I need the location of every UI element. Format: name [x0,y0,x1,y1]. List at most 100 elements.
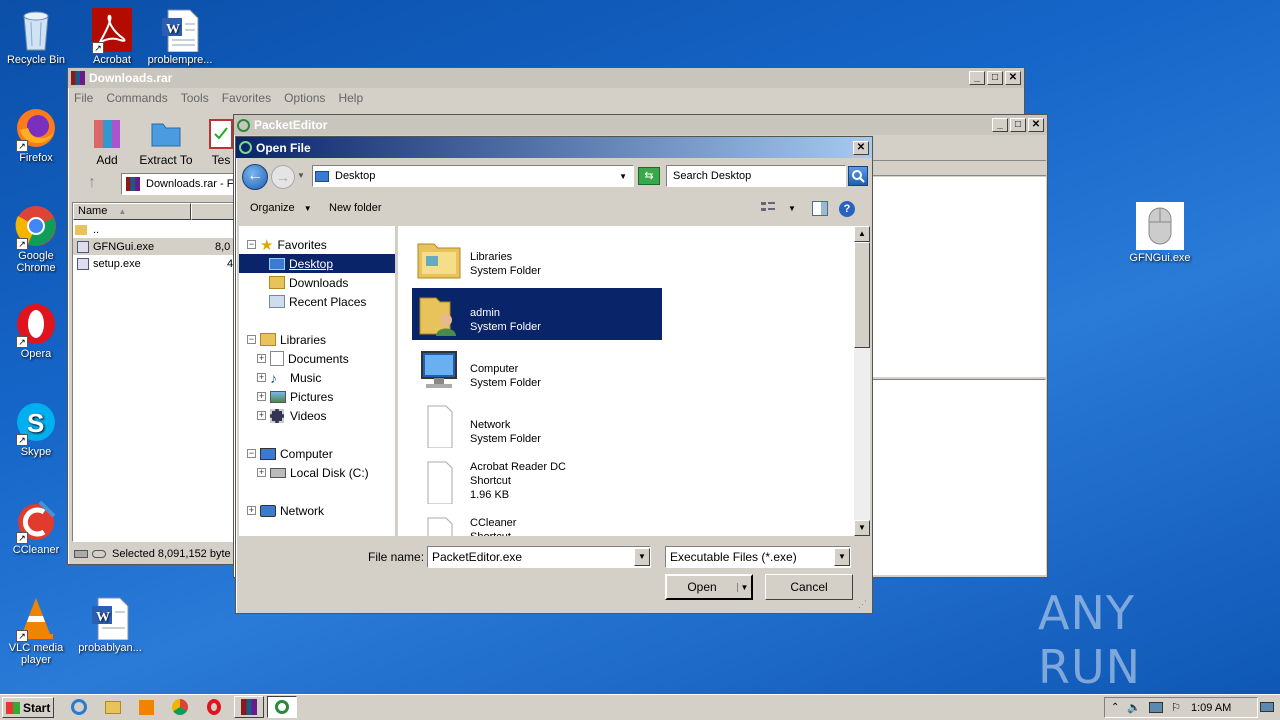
maximize-button[interactable]: □ [987,71,1003,85]
extract-to-button[interactable]: Extract To [138,116,194,167]
taskbar-winrar-button[interactable] [234,696,264,718]
menu-favorites[interactable]: Favorites [222,91,271,105]
up-folder-button[interactable]: ↑ [78,174,106,196]
maximize-button[interactable]: □ [1010,118,1026,132]
winrar-path-field[interactable]: Downloads.rar - F [121,173,239,195]
refresh-button[interactable]: ⇆ [638,167,660,185]
file-row-parent[interactable]: .. [75,221,235,238]
winrar-titlebar[interactable]: Downloads.rar _ □ ✕ [68,68,1024,88]
desktop-icon-skype[interactable]: S ↗ Skype [0,400,72,458]
filetype-select[interactable]: Executable Files (*.exe) ▼ [665,546,851,568]
menu-tools[interactable]: Tools [181,91,209,105]
open-file-titlebar[interactable]: Open File ✕ [236,137,872,158]
tree-computer[interactable]: − Computer [247,444,333,463]
desktop-icon-ccleaner[interactable]: ↗ CCleaner [0,498,72,556]
taskbar-packeteditor-button[interactable] [267,696,297,718]
forward-button[interactable]: → [271,165,295,189]
tree-documents[interactable]: + Documents [257,349,349,368]
search-button[interactable] [848,166,868,186]
file-item-computer[interactable]: Computer System Folder [412,344,662,396]
close-button[interactable]: ✕ [1005,71,1021,85]
file-item-admin[interactable]: admin System Folder [412,288,662,340]
winrar-file-list[interactable]: Name ▲ .. GFNGui.exe 8,0 setup.exe 4 [72,202,238,542]
desktop-icon-recycle-bin[interactable]: Recycle Bin [0,8,72,66]
new-folder-button[interactable]: New folder [329,202,382,214]
packeteditor-titlebar[interactable]: PacketEditor _ □ ✕ [234,115,1047,135]
taskbar-chrome-icon[interactable] [168,697,192,717]
file-row-gfngui[interactable]: GFNGui.exe 8,0 [73,238,238,255]
organize-button[interactable]: Organize ▼ [250,202,312,214]
desktop-icon-word-doc-2[interactable]: W probablyan... [74,596,146,654]
tree-pictures[interactable]: + Pictures [257,387,333,406]
help-icon[interactable]: ? [839,201,855,217]
desktop-icon-firefox[interactable]: ↗ Firefox [0,106,72,164]
file-item-network[interactable]: Network System Folder [412,400,662,452]
desktop-icon-opera[interactable]: ↗ Opera [0,302,72,360]
address-bar[interactable]: Desktop ▼ [312,165,634,187]
tree-desktop[interactable]: Desktop [239,254,395,273]
desktop-icon-word-doc[interactable]: W problempre... [144,8,216,66]
filename-input[interactable]: PacketEditor.exe ▼ [427,546,651,568]
tree-local-disk[interactable]: + Local Disk (C:) [257,463,369,482]
start-button[interactable]: Start [2,697,54,718]
column-header-name[interactable]: Name ▲ [73,203,191,220]
taskbar-explorer-icon[interactable] [101,697,125,717]
minimize-button[interactable]: _ [969,71,985,85]
file-row-setup[interactable]: setup.exe 4 [73,255,238,272]
path-text: Downloads.rar - F [146,178,234,190]
scroll-down-button[interactable]: ▼ [854,520,870,536]
menu-file[interactable]: File [74,91,93,105]
scroll-thumb[interactable] [854,242,870,348]
file-item-acrobat-reader[interactable]: Acrobat Reader DC Shortcut 1.96 KB [412,456,662,512]
show-desktop-button[interactable] [1260,697,1276,717]
desktop-icon-gfngui[interactable]: GFNGui.exe [1124,202,1196,264]
filetype-dropdown-button[interactable]: ▼ [834,548,850,566]
file-item-libraries[interactable]: Libraries System Folder [412,232,662,284]
scroll-up-button[interactable]: ▲ [854,226,870,242]
tree-downloads[interactable]: Downloads [269,273,348,292]
watermark-text: ANY RUN [1038,586,1142,694]
minimize-button[interactable]: _ [992,118,1008,132]
resize-grip-icon[interactable]: ⋰ [858,599,870,611]
view-options-icon[interactable] [760,200,776,216]
tree-favorites[interactable]: − ★ Favorites [247,235,327,254]
view-dropdown-icon[interactable]: ▼ [788,204,796,213]
tree-videos[interactable]: + Videos [257,406,326,425]
add-button[interactable]: Add [82,116,132,167]
menu-help[interactable]: Help [338,91,363,105]
action-center-flag-icon[interactable]: ⚐ [1171,701,1181,714]
filename-dropdown-button[interactable]: ▼ [634,548,650,566]
tree-network[interactable]: + Network [247,501,324,520]
network-tray-icon[interactable] [1149,702,1164,713]
clock[interactable]: 1:09 AM [1191,702,1231,714]
cancel-button[interactable]: Cancel [765,574,853,600]
taskbar-opera-icon[interactable] [202,697,226,717]
file-list-scrollbar[interactable]: ▲ ▼ [854,226,870,536]
tray-expand-icon[interactable]: ⌃ [1111,702,1119,713]
preview-pane-icon[interactable] [812,201,828,216]
desktop-icon-chrome[interactable]: ↗ Google Chrome [0,204,72,274]
file-item-ccleaner[interactable]: CCleanerShortcut [412,512,662,536]
menu-commands[interactable]: Commands [106,91,167,105]
dialog-close-button[interactable]: ✕ [853,140,869,155]
tree-libraries[interactable]: − Libraries [247,330,326,349]
open-dropdown-icon[interactable]: ▼ [737,582,751,592]
history-dropdown-icon[interactable]: ▼ [297,171,305,180]
chrome-icon: ↗ [14,204,58,250]
vlc-icon: ↗ [14,596,58,642]
volume-icon[interactable]: 🔈 [1127,701,1141,714]
menu-options[interactable]: Options [284,91,325,105]
dialog-title: Open File [256,140,311,155]
taskbar-media-player-icon[interactable] [134,697,158,717]
tree-recent-places[interactable]: Recent Places [269,292,366,311]
desktop-icon-acrobat[interactable]: ↗ Acrobat [76,8,148,66]
close-button[interactable]: ✕ [1028,118,1044,132]
desktop-icon-vlc[interactable]: ↗ VLC media player [0,596,72,666]
tree-music[interactable]: + ♪ Music [257,368,321,387]
search-input[interactable]: Search Desktop [666,165,846,187]
open-button[interactable]: Open ▼ [665,574,753,600]
back-button[interactable]: ← [242,164,268,190]
address-dropdown-icon[interactable]: ▼ [619,172,627,181]
taskbar-ie-icon[interactable] [67,697,91,717]
column-header-size[interactable] [191,203,238,220]
